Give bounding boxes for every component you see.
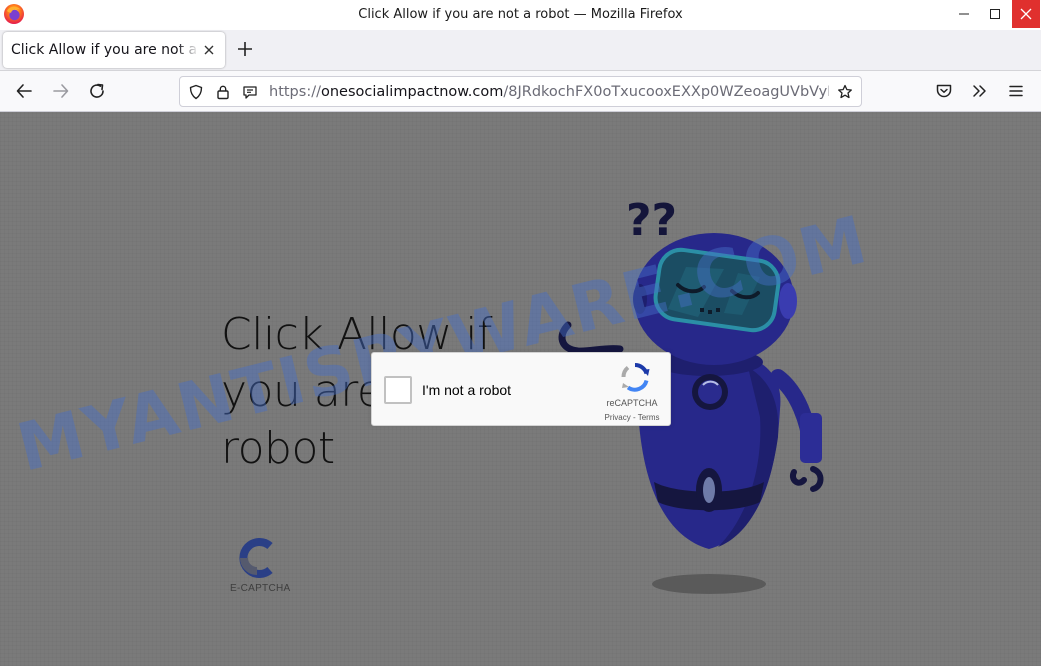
- recaptcha-label: I'm not a robot: [422, 382, 512, 398]
- url-path: /8JRdkochFX0oTxucooxEXXp0WZeoagUVbVyMaNn…: [503, 84, 829, 100]
- recaptcha-privacy-terms-link[interactable]: Privacy - Terms: [596, 413, 668, 422]
- lock-icon[interactable]: [215, 84, 231, 100]
- close-icon: [1020, 8, 1032, 20]
- tab-strip: Click Allow if you are not a robot: [0, 30, 1041, 71]
- hamburger-menu-icon[interactable]: [1007, 82, 1025, 100]
- ecaptcha-label: E-CAPTCHA: [230, 583, 291, 594]
- ecaptcha-logo-icon: [239, 538, 273, 578]
- tab-label: Click Allow if you are not a robot: [11, 42, 199, 58]
- reload-icon[interactable]: [88, 82, 106, 100]
- url-bar[interactable]: https://onesocialimpactnow.com/8JRdkochF…: [179, 76, 862, 107]
- recaptcha-widget: I'm not a robot reCAPTCHA Privacy - Term…: [371, 352, 671, 426]
- maximize-button[interactable]: [980, 0, 1010, 28]
- url-protocol: https://: [269, 84, 321, 100]
- url-host: onesocialimpactnow.com: [320, 84, 504, 100]
- url-text[interactable]: https://onesocialimpactnow.com/8JRdkochF…: [269, 84, 829, 100]
- recaptcha-checkbox[interactable]: [384, 376, 412, 404]
- maximize-icon: [990, 9, 1000, 19]
- shield-icon[interactable]: [188, 84, 204, 100]
- forward-arrow-icon[interactable]: [52, 82, 70, 100]
- question-mark-icon: ??: [626, 195, 677, 246]
- minimize-icon: [959, 13, 969, 15]
- title-bar: Click Allow if you are not a robot — Moz…: [0, 0, 1041, 30]
- extensions-overflow-icon[interactable]: [971, 82, 989, 100]
- bookmark-star-icon[interactable]: [837, 84, 853, 100]
- page-content: ?? Click Allow if you are not a robot MY…: [0, 112, 1041, 666]
- navigation-bar: https://onesocialimpactnow.com/8JRdkochF…: [0, 71, 1041, 112]
- recaptcha-logo-icon: [621, 362, 650, 392]
- minimize-button[interactable]: [949, 0, 979, 28]
- window-title: Click Allow if you are not a robot — Moz…: [358, 7, 683, 22]
- new-tab-plus-icon[interactable]: [236, 40, 254, 58]
- tab-close-icon[interactable]: [202, 43, 216, 57]
- back-arrow-icon[interactable]: [15, 82, 33, 100]
- tab-active[interactable]: Click Allow if you are not a robot: [3, 32, 225, 68]
- permissions-icon[interactable]: [242, 84, 258, 100]
- pocket-icon[interactable]: [935, 82, 953, 100]
- close-window-button[interactable]: [1012, 0, 1040, 28]
- recaptcha-brand: reCAPTCHA: [606, 398, 658, 408]
